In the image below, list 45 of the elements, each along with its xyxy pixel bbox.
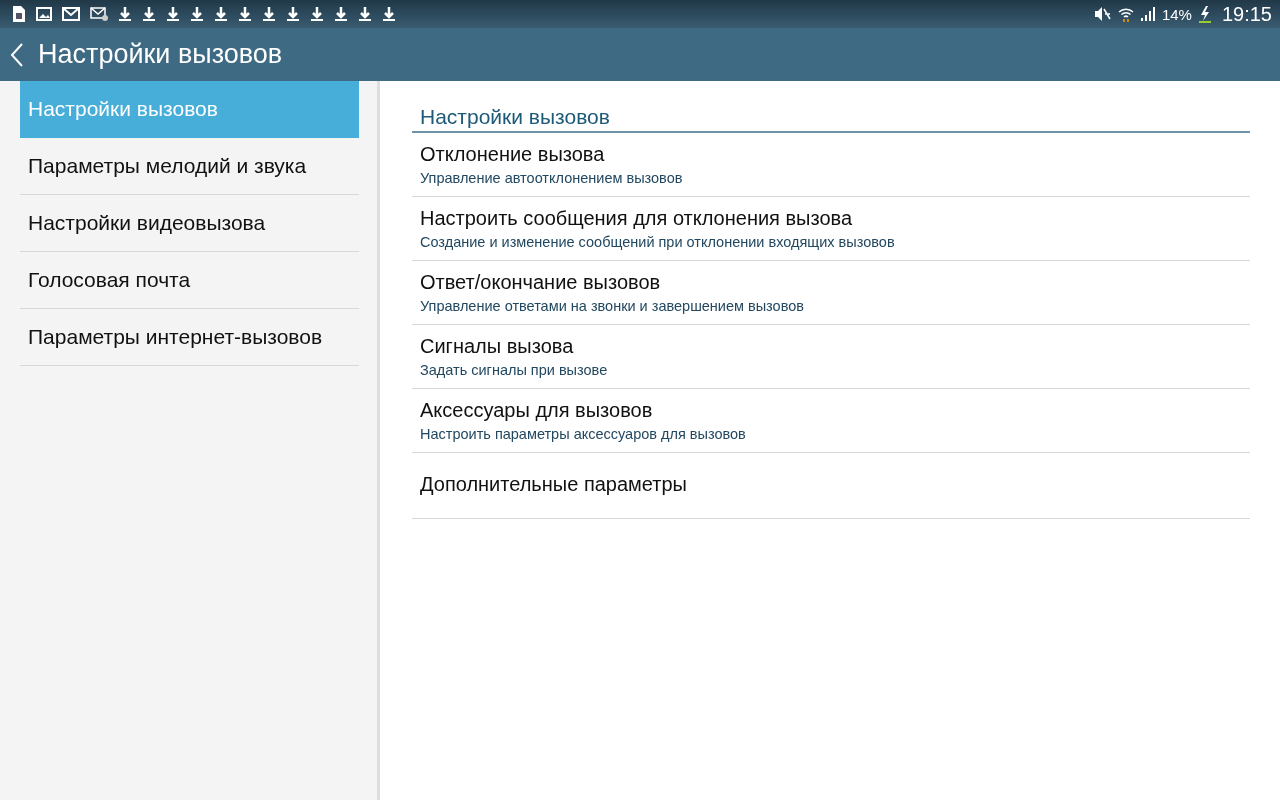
item-title: Ответ/окончание вызовов <box>420 271 662 294</box>
download-icon <box>286 6 300 22</box>
wifi-icon <box>1117 6 1134 22</box>
image-icon <box>36 7 52 21</box>
download-icon <box>166 6 180 22</box>
settings-item[interactable]: Настроить сообщения для отклонения вызова Создание и изменение сообщений при отклонении входящих вызовов <box>412 197 1250 261</box>
item-summary: Задать сигналы при вызове <box>420 362 609 378</box>
settings-item[interactable]: Дополнительные параметры <box>412 453 1250 519</box>
item-summary: Создание и изменение сообщений при отклонении входящих вызовов <box>420 234 896 250</box>
sidebar-item[interactable]: Настройки видеовызова <box>20 195 359 252</box>
settings-item[interactable]: Ответ/окончание вызовов Управление ответами на звонки и завершением вызовов <box>412 261 1250 325</box>
sidebar-item[interactable]: Голосовая почта <box>20 252 359 309</box>
envelope-icon <box>90 7 108 21</box>
sidebar-item[interactable]: Параметры мелодий и звука <box>20 138 359 195</box>
item-title: Настроить сообщения для отклонения вызова <box>420 207 854 230</box>
download-icon <box>214 6 228 22</box>
download-icon <box>118 6 132 22</box>
download-icon <box>310 6 324 22</box>
battery-charging-icon <box>1197 5 1212 23</box>
item-title: Дополнительные параметры <box>420 473 688 496</box>
section-header: Настройки вызовов <box>412 105 1250 133</box>
screen-title: Настройки вызовов <box>38 39 283 70</box>
item-summary: Управление автоотклонением вызовов <box>420 170 684 186</box>
mail-icon <box>62 7 80 21</box>
download-icon <box>190 6 204 22</box>
settings-item[interactable]: Сигналы вызова Задать сигналы при вызове <box>412 325 1250 389</box>
download-icon <box>142 6 156 22</box>
download-icon <box>382 6 396 22</box>
back-icon[interactable] <box>10 41 24 68</box>
download-icon <box>262 6 276 22</box>
item-title: Аксессуары для вызовов <box>420 399 654 422</box>
item-summary: Настроить параметры аксессуаров для вызовов <box>420 426 747 442</box>
settings-item[interactable]: Отклонение вызова Управление автоотклонением вызовов <box>412 133 1250 197</box>
download-icon <box>358 6 372 22</box>
battery-percent: 14% <box>1161 5 1192 23</box>
download-icon <box>238 6 252 22</box>
sidebar-item[interactable]: Параметры интернет-вызовов <box>20 309 359 366</box>
settings-item[interactable]: Аксессуары для вызовов Настроить параметры аксессуаров для вызовов <box>412 389 1250 453</box>
signal-icon <box>1139 6 1156 22</box>
item-title: Отклонение вызова <box>420 143 606 166</box>
item-summary: Управление ответами на звонки и завершением вызовов <box>420 298 805 314</box>
download-icon <box>334 6 348 22</box>
clock: 19:15 <box>1221 2 1272 26</box>
item-title: Сигналы вызова <box>420 335 575 358</box>
sim-card-icon <box>12 5 26 23</box>
